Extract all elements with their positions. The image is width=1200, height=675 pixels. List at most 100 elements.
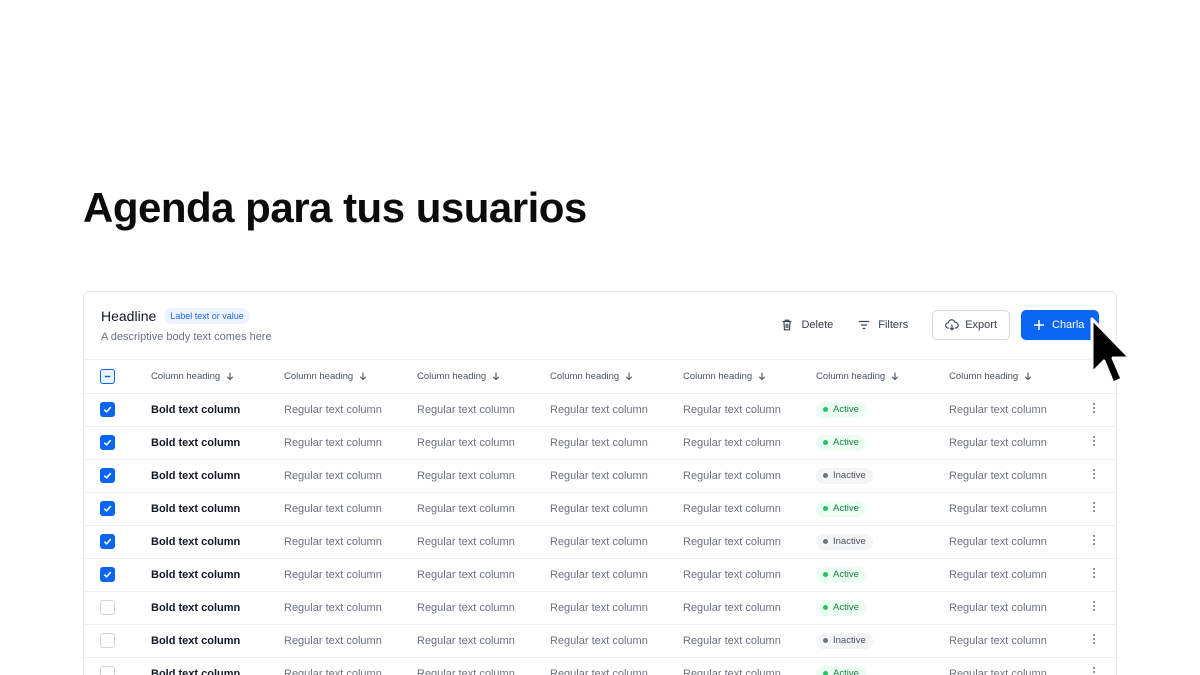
column-header[interactable]: Column heading — [803, 360, 936, 394]
row-checkbox[interactable] — [100, 666, 115, 675]
row-menu-cell — [1069, 624, 1116, 658]
table-row[interactable]: Bold text column Regular text column Regul… — [84, 459, 1116, 493]
text-cell: Regular text column — [936, 558, 1069, 592]
more-vertical-icon[interactable] — [1092, 567, 1096, 579]
more-vertical-icon[interactable] — [1092, 501, 1096, 513]
status-dot — [823, 605, 828, 610]
more-vertical-icon[interactable] — [1092, 534, 1096, 546]
row-checkbox[interactable] — [100, 468, 115, 483]
card-description: A descriptive body text comes here — [101, 331, 272, 343]
column-header[interactable]: Column heading — [138, 360, 271, 394]
text-cell: Regular text column — [271, 624, 404, 658]
text-cell: Regular text column — [537, 591, 670, 625]
row-menu-cell — [1069, 525, 1116, 559]
status-badge: Active — [816, 401, 866, 418]
row-checkbox[interactable] — [100, 435, 115, 450]
text-cell: Regular text column — [271, 426, 404, 460]
text-cell: Regular text column — [404, 558, 537, 592]
arrow-down-icon — [1025, 372, 1032, 381]
bold-cell: Bold text column — [138, 558, 271, 592]
text-cell: Regular text column — [537, 558, 670, 592]
filter-icon — [859, 320, 870, 330]
text-cell: Regular text column — [537, 657, 670, 675]
row-checkbox[interactable] — [100, 501, 115, 516]
data-table-card: Headline Label text or value A descripti… — [83, 291, 1117, 675]
status-cell: Active — [803, 591, 936, 625]
table-row[interactable]: Bold text column Regular text column Regul… — [84, 525, 1116, 559]
table-row[interactable]: Bold text column Regular text column Regul… — [84, 558, 1116, 592]
checkbox-cell — [84, 657, 138, 675]
more-vertical-icon[interactable] — [1092, 468, 1096, 480]
more-vertical-icon[interactable] — [1092, 666, 1096, 675]
row-checkbox[interactable] — [100, 534, 115, 549]
text-cell: Regular text column — [670, 624, 803, 658]
select-all-checkbox[interactable] — [100, 368, 115, 384]
status-dot — [823, 473, 828, 478]
more-vertical-icon[interactable] — [1092, 633, 1096, 645]
label-badge: Label text or value — [164, 308, 250, 324]
more-vertical-icon[interactable] — [1092, 435, 1096, 447]
text-cell: Regular text column — [670, 393, 803, 427]
column-header[interactable]: Column heading — [936, 360, 1069, 394]
minus-icon — [104, 375, 111, 377]
text-cell: Regular text column — [271, 591, 404, 625]
table-row[interactable]: Bold text column Regular text column Regul… — [84, 657, 1116, 675]
text-cell: Regular text column — [670, 492, 803, 526]
row-menu-cell — [1069, 558, 1116, 592]
text-cell: Regular text column — [271, 525, 404, 559]
row-checkbox[interactable] — [100, 402, 115, 417]
table-row[interactable]: Bold text column Regular text column Regul… — [84, 624, 1116, 658]
bold-cell: Bold text column — [138, 624, 271, 658]
page-title: Agenda para tus usuarios — [83, 184, 587, 231]
column-header[interactable]: Column heading — [404, 360, 537, 394]
checkbox-cell — [84, 624, 138, 658]
data-table: Column heading Column heading Column headi… — [84, 360, 1116, 675]
status-dot — [823, 572, 828, 577]
arrow-down-icon — [892, 372, 899, 381]
more-vertical-icon[interactable] — [1092, 402, 1096, 414]
filters-button[interactable]: Filters — [857, 310, 908, 340]
text-cell: Regular text column — [670, 525, 803, 559]
column-header[interactable]: Column heading — [670, 360, 803, 394]
row-checkbox[interactable] — [100, 633, 115, 648]
delete-label: Delete — [801, 319, 834, 331]
status-label: Inactive — [833, 469, 866, 481]
text-cell: Regular text column — [271, 657, 404, 675]
arrow-down-icon — [626, 372, 633, 381]
table-row[interactable]: Bold text column Regular text column Regul… — [84, 426, 1116, 460]
text-cell: Regular text column — [404, 426, 537, 460]
more-vertical-icon[interactable] — [1092, 600, 1096, 612]
status-badge: Active — [816, 665, 866, 675]
delete-button[interactable]: Delete — [780, 310, 833, 340]
row-menu-cell — [1069, 459, 1116, 493]
text-cell: Regular text column — [936, 591, 1069, 625]
status-cell: Active — [803, 558, 936, 592]
bold-cell: Bold text column — [138, 525, 271, 559]
status-label: Active — [833, 403, 859, 415]
check-icon — [103, 571, 112, 578]
table-row[interactable]: Bold text column Regular text column Regul… — [84, 591, 1116, 625]
status-badge: Inactive — [816, 467, 873, 484]
text-cell: Regular text column — [271, 459, 404, 493]
row-menu-cell — [1069, 426, 1116, 460]
row-checkbox[interactable] — [100, 600, 115, 615]
table-row[interactable]: Bold text column Regular text column Regul… — [84, 393, 1116, 427]
export-button[interactable]: Export — [932, 310, 1010, 340]
column-header[interactable]: Column heading — [271, 360, 404, 394]
bold-cell: Bold text column — [138, 426, 271, 460]
status-cell: Active — [803, 657, 936, 675]
text-cell: Regular text column — [670, 657, 803, 675]
table-header-row: Column heading Column heading Column headi… — [84, 360, 1116, 394]
text-cell: Regular text column — [404, 657, 537, 675]
select-all-cell — [84, 360, 138, 394]
text-cell: Regular text column — [271, 492, 404, 526]
status-cell: Active — [803, 426, 936, 460]
column-header[interactable]: Column heading — [537, 360, 670, 394]
text-cell: Regular text column — [271, 558, 404, 592]
table-row[interactable]: Bold text column Regular text column Regul… — [84, 492, 1116, 526]
row-checkbox[interactable] — [100, 567, 115, 582]
status-badge: Inactive — [816, 632, 873, 649]
arrow-down-icon — [227, 372, 234, 381]
text-cell: Regular text column — [670, 426, 803, 460]
bold-cell: Bold text column — [138, 393, 271, 427]
